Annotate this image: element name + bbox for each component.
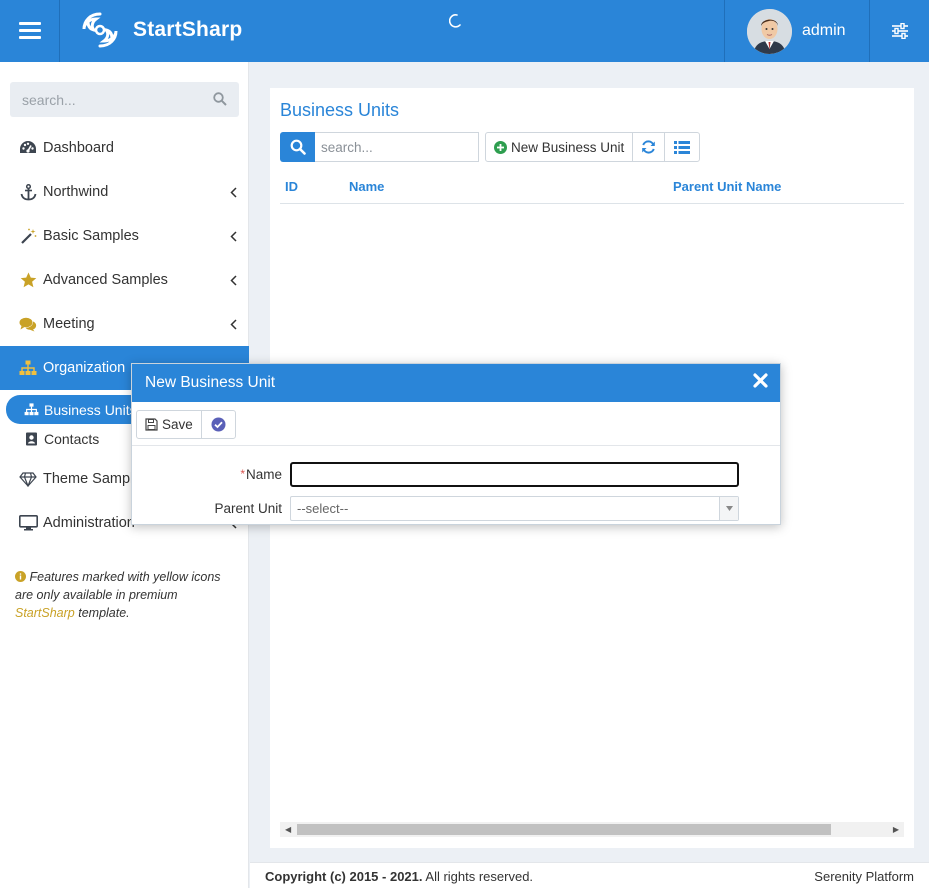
sidebar-toggle-button[interactable]	[0, 0, 60, 62]
sidebar-item-label: Organization	[43, 360, 126, 376]
parent-unit-field-row: Parent Unit --select--	[132, 496, 739, 521]
sidebar-item-northwind[interactable]: Northwind	[0, 170, 249, 214]
column-picker-button[interactable]	[665, 133, 699, 161]
sidebar-item-basic-samples[interactable]: Basic Samples	[0, 214, 249, 258]
search-icon[interactable]	[213, 92, 227, 109]
grid-header: ID Name Parent Unit Name	[280, 174, 904, 204]
sidebar-item-label: Administration	[43, 515, 135, 531]
column-header-id[interactable]: ID	[285, 179, 298, 194]
sidebar-item-label: Meeting	[43, 316, 95, 332]
user-name: admin	[802, 22, 846, 39]
loading-spinner-icon	[448, 14, 461, 33]
diamond-icon	[18, 471, 38, 487]
sidebar-item-label: Dashboard	[43, 140, 114, 156]
premium-note: Features marked with yellow icons are on…	[15, 570, 221, 620]
footer: Copyright (c) 2015 - 2021. All rights re…	[250, 862, 929, 888]
scrollbar-thumb[interactable]	[297, 824, 831, 835]
grid-toolbar: New Business Unit	[280, 132, 701, 162]
parent-unit-select[interactable]: --select--	[290, 496, 739, 521]
info-icon	[15, 571, 26, 582]
sitemap-icon	[23, 403, 39, 416]
save-button[interactable]: Save	[137, 411, 202, 438]
chevron-left-icon	[230, 318, 237, 334]
copyright: Copyright (c) 2015 - 2021. All rights re…	[265, 869, 534, 884]
dialog-button-group: Save	[136, 410, 236, 439]
dialog-toolbar: Save	[132, 402, 780, 446]
horizontal-scrollbar[interactable]: ◀ ▶	[280, 822, 904, 837]
chevron-left-icon	[230, 274, 237, 290]
floppy-disk-icon	[145, 418, 158, 431]
settings-button[interactable]	[870, 0, 929, 62]
add-circle-icon	[494, 140, 507, 154]
quick-search-input[interactable]	[315, 132, 479, 162]
brand-link: StartSharp	[15, 606, 75, 620]
toolbar-button-group: New Business Unit	[485, 132, 701, 162]
magic-wand-icon	[18, 228, 38, 245]
sliders-icon	[891, 23, 908, 39]
chevron-left-icon	[230, 230, 237, 246]
sidebar-item-label: Business Units	[44, 401, 137, 418]
sidebar-item-label: Advanced Samples	[43, 272, 168, 288]
list-icon	[674, 140, 691, 154]
dashboard-icon	[18, 140, 38, 156]
column-header-parent-unit-name[interactable]: Parent Unit Name	[673, 179, 781, 194]
sidebar-item-label: Northwind	[43, 184, 109, 200]
sidebar-item-label: Contacts	[44, 430, 100, 447]
required-asterisk: *	[240, 467, 245, 481]
name-field-row: *Name	[132, 462, 739, 487]
search-icon	[290, 139, 306, 155]
parent-unit-select-value: --select--	[297, 501, 349, 516]
sidebar-item-label: Basic Samples	[43, 228, 139, 244]
avatar	[747, 8, 792, 54]
name-field-label: *Name	[240, 467, 282, 482]
quick-search-button[interactable]	[280, 132, 315, 162]
close-icon[interactable]	[753, 373, 768, 393]
sidebar-search	[10, 82, 239, 117]
page-title: Business Units	[280, 100, 400, 120]
sidebar-item-dashboard[interactable]: Dashboard	[0, 126, 249, 170]
scroll-right-icon[interactable]: ▶	[893, 825, 899, 834]
platform-name: Serenity Platform	[814, 869, 914, 884]
chevron-left-icon	[230, 186, 237, 202]
sidebar-item-meeting[interactable]: Meeting	[0, 302, 249, 346]
chevron-down-icon[interactable]	[719, 497, 738, 520]
comments-icon	[18, 317, 38, 332]
new-business-unit-dialog: New Business Unit Save *Name Parent Unit…	[131, 363, 781, 525]
dialog-title: New Business Unit	[145, 374, 276, 391]
parent-unit-field-label: Parent Unit	[214, 501, 282, 516]
top-navbar: StartSharp admin	[0, 0, 929, 62]
app-name: StartSharp	[133, 18, 243, 41]
anchor-icon	[18, 183, 38, 201]
app-logo[interactable]: StartSharp	[80, 10, 242, 50]
scroll-left-icon[interactable]: ◀	[285, 825, 291, 834]
column-header-name[interactable]: Name	[349, 179, 384, 194]
refresh-button[interactable]	[633, 133, 666, 161]
user-menu[interactable]: admin	[724, 0, 870, 62]
contact-card-icon	[23, 432, 39, 446]
sidebar-search-input[interactable]	[10, 82, 200, 117]
name-field[interactable]	[290, 462, 739, 487]
star-icon	[18, 272, 38, 288]
apply-changes-button[interactable]	[202, 411, 235, 438]
hamburger-menu-icon	[18, 22, 41, 40]
desktop-icon	[18, 515, 38, 531]
sitemap-icon	[18, 360, 38, 376]
dialog-titlebar: New Business Unit	[132, 364, 780, 402]
sidebar-item-advanced-samples[interactable]: Advanced Samples	[0, 258, 249, 302]
new-business-unit-button[interactable]: New Business Unit	[486, 133, 634, 161]
refresh-icon	[641, 140, 656, 154]
check-circle-icon	[211, 417, 226, 432]
startsharp-logo-icon	[82, 12, 118, 48]
